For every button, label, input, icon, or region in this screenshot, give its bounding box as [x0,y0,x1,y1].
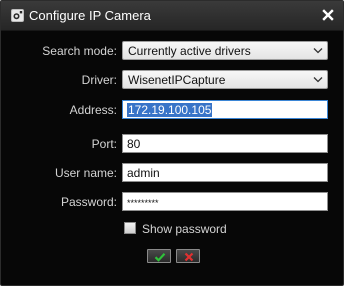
show-password-checkbox[interactable] [124,222,136,234]
chevron-down-icon [313,48,323,54]
title-bar[interactable]: Configure IP Camera [1,1,343,31]
driver-dropdown[interactable]: WisenetIPCapture [122,70,328,89]
close-icon[interactable] [321,8,335,22]
address-label: Address: [69,103,117,117]
dialog-title: Configure IP Camera [29,8,151,23]
search-mode-dropdown[interactable]: Currently active drivers [122,41,328,60]
port-label: Port: [91,137,117,151]
chevron-down-icon [313,77,323,83]
address-value: 172.19.100.105 [127,103,213,117]
password-input[interactable]: ********* [122,192,328,211]
user-name-value: admin [127,166,160,180]
checkmark-icon [154,253,166,262]
user-name-label: User name: [54,166,117,180]
driver-label: Driver: [81,73,117,87]
port-value: 80 [127,137,141,151]
user-name-input[interactable]: admin [122,163,328,182]
port-input[interactable]: 80 [122,134,328,153]
password-label: Password: [60,195,117,209]
cancel-button[interactable] [176,249,200,263]
driver-value: WisenetIPCapture [128,73,226,87]
address-input[interactable]: 172.19.100.105 [122,100,328,119]
search-mode-value: Currently active drivers [128,44,251,58]
search-mode-label: Search mode: [42,44,117,58]
show-password-label[interactable]: Show password [142,222,227,236]
password-value: ********* [127,198,159,208]
configure-ip-camera-dialog: Configure IP Camera Search mode: Current… [0,0,344,286]
ok-button[interactable] [147,249,171,263]
x-icon [184,252,194,262]
camera-settings-icon [11,9,24,22]
